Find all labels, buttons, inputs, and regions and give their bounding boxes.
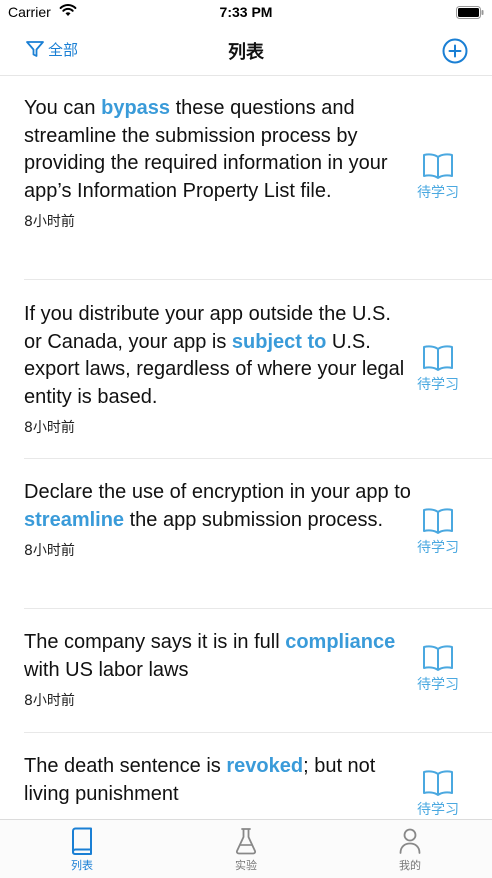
highlighted-word: streamline: [24, 508, 125, 531]
list-item[interactable]: If you distribute your app outside the U…: [24, 280, 492, 459]
sentence-text: The death sentence is revoked; but not l…: [24, 755, 376, 805]
page-title: 列表: [228, 42, 264, 63]
sentence-text: The company says it is in full complianc…: [24, 631, 396, 681]
highlighted-word: compliance: [285, 631, 396, 653]
navigation-bar: 全部 列表: [0, 26, 492, 76]
study-status-label: 待学习: [417, 377, 459, 393]
open-book-icon: [423, 770, 453, 796]
tab-label: 我的: [399, 859, 421, 872]
study-status-button[interactable]: 待学习: [411, 643, 465, 694]
tab-label: 实验: [235, 859, 257, 872]
study-status-button[interactable]: 待学习: [411, 506, 465, 557]
add-button[interactable]: [442, 38, 468, 64]
list-item[interactable]: You can bypass these questions and strea…: [24, 77, 492, 280]
tab-bar: 列表 实验 我的: [0, 819, 492, 878]
flask-icon: [235, 828, 257, 855]
study-status-button[interactable]: 待学习: [411, 768, 465, 819]
open-book-icon: [423, 508, 453, 534]
battery-icon: [456, 6, 484, 19]
study-status-label: 待学习: [417, 677, 459, 693]
status-bar: Carrier 7:33 PM: [0, 0, 492, 26]
tab-profile[interactable]: 我的: [328, 820, 492, 878]
study-status-label: 待学习: [417, 540, 459, 556]
sentence-text: You can bypass these questions and strea…: [24, 97, 388, 202]
list-item[interactable]: The company says it is in full complianc…: [24, 609, 492, 733]
clock: 7:33 PM: [219, 4, 273, 20]
study-status-button[interactable]: 待学习: [411, 151, 465, 202]
list-item[interactable]: Declare the use of encryption in your ap…: [24, 459, 492, 609]
open-book-icon: [423, 645, 453, 671]
timestamp: 8小时前: [24, 214, 75, 230]
study-status-label: 待学习: [417, 185, 459, 201]
highlighted-word: revoked: [226, 755, 304, 777]
person-icon: [399, 828, 421, 854]
tab-list[interactable]: 列表: [0, 820, 164, 878]
open-book-icon: [423, 153, 453, 179]
study-status-button[interactable]: 待学习: [411, 343, 465, 394]
timestamp: 8小时前: [24, 420, 75, 436]
sentence-list: You can bypass these questions and strea…: [0, 77, 492, 819]
sentence-text: Declare the use of encryption in your ap…: [24, 481, 411, 531]
tab-experiment[interactable]: 实验: [164, 820, 328, 878]
open-book-icon: [423, 345, 453, 371]
book-icon: [72, 827, 92, 855]
study-status-label: 待学习: [417, 802, 459, 818]
list-item[interactable]: The death sentence is revoked; but not l…: [24, 733, 492, 819]
highlighted-word: subject to: [231, 330, 327, 353]
highlighted-word: bypass: [101, 97, 171, 119]
tab-label: 列表: [71, 859, 93, 872]
sentence-text: If you distribute your app outside the U…: [24, 303, 405, 408]
